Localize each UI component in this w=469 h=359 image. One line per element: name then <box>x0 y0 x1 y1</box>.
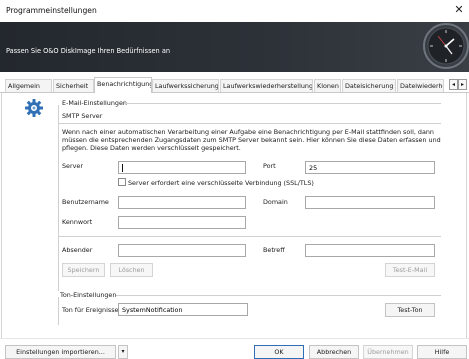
smtp-description-line-3: pflegen. Diese Daten werden verschlüssel… <box>62 144 241 152</box>
password-input-field[interactable] <box>122 217 245 228</box>
tab-klonen[interactable]: Klonen <box>314 79 341 92</box>
username-label: Benutzername <box>62 198 109 206</box>
chevron-down-icon[interactable]: ▾ <box>118 345 128 359</box>
test-sound-button[interactable]: Test-Ton <box>385 303 435 317</box>
tab-dateiwiederherstellung[interactable]: Dateiwiederhe <box>397 79 444 92</box>
sender-input[interactable] <box>118 244 246 257</box>
sender-separator <box>58 236 441 237</box>
cancel-button[interactable]: Abbrechen <box>309 345 359 359</box>
ssl-checkbox[interactable] <box>118 178 126 186</box>
apply-button[interactable]: Übernehmen <box>363 345 413 359</box>
sound-group-line <box>116 295 441 296</box>
tab-sicherheit[interactable]: Sicherheit <box>53 79 94 92</box>
sender-input-field[interactable] <box>122 245 245 256</box>
domain-input-field[interactable] <box>309 197 434 208</box>
email-settings-title: E-Mail-Einstellungen <box>62 99 127 107</box>
ok-button[interactable]: OK <box>254 345 304 359</box>
sound-settings-title: Ton-Einstellungen <box>60 291 117 299</box>
smtp-description-line-2: müssen die entsprechenden Zugangsdaten z… <box>62 136 441 144</box>
smtp-description-line-1: Wenn nach einer automatischen Verarbeitu… <box>62 128 434 136</box>
window-title: Programmeinstellungen <box>6 6 97 15</box>
header-subtitle: Passen Sie O&O DiskImage Ihren Bedürfnis… <box>6 47 171 55</box>
password-label: Kennwort <box>62 218 93 226</box>
username-input-field[interactable] <box>122 197 245 208</box>
port-input-field[interactable] <box>309 162 434 173</box>
subject-label: Betreff <box>263 246 285 254</box>
sound-events-input[interactable] <box>118 303 248 316</box>
sound-group-border <box>58 297 59 325</box>
sender-label: Absender <box>62 246 93 254</box>
title-bar: Programmeinstellungen ✕ <box>0 0 469 22</box>
tab-scroll-right-icon[interactable]: ▸ <box>458 79 467 90</box>
smtp-server-title: SMTP Server <box>62 112 103 120</box>
text-caret <box>122 164 123 172</box>
subject-input[interactable] <box>305 244 435 257</box>
email-group-border <box>58 105 59 291</box>
server-input[interactable] <box>118 161 246 174</box>
tab-benachrichtigung[interactable]: Benachrichtigung <box>94 77 152 93</box>
username-input[interactable] <box>118 196 246 209</box>
tab-laufwerkswiederherstellung[interactable]: Laufwerkswiederherstellung <box>220 79 313 92</box>
clock-icon <box>423 23 469 69</box>
domain-label: Domain <box>263 198 288 206</box>
port-input[interactable] <box>305 161 435 174</box>
email-group-line <box>124 103 441 104</box>
test-email-button[interactable]: Test-E-Mail <box>385 263 435 277</box>
gear-icon <box>25 99 43 117</box>
tab-scroll-left-icon[interactable]: ◂ <box>449 79 458 90</box>
tab-allgemein[interactable]: Allgemein <box>5 79 52 92</box>
footer-separator <box>0 338 469 339</box>
smtp-separator <box>58 123 441 124</box>
server-input-field[interactable] <box>122 162 245 173</box>
save-button[interactable]: Speichern <box>62 263 105 277</box>
password-input[interactable] <box>118 216 246 229</box>
import-settings-button[interactable]: Einstellungen importieren... <box>5 345 116 359</box>
sound-events-input-field[interactable] <box>122 304 247 315</box>
domain-input[interactable] <box>305 196 435 209</box>
ssl-label: Server erfordert eine verschlüsselte Ver… <box>128 179 314 187</box>
help-button[interactable]: Hilfe <box>417 345 467 359</box>
tab-dateisicherung[interactable]: Dateisicherung <box>342 79 396 92</box>
server-label: Server <box>62 162 83 170</box>
delete-button[interactable]: Löschen <box>110 263 153 277</box>
subject-input-field[interactable] <box>309 245 434 256</box>
close-icon[interactable]: ✕ <box>452 3 466 17</box>
header-banner: Passen Sie O&O DiskImage Ihren Bedürfnis… <box>0 22 469 72</box>
port-label: Port <box>263 162 276 170</box>
sound-events-label: Ton für Ereignisse <box>62 306 119 314</box>
tab-laufwerkssicherung[interactable]: Laufwerkssicherung <box>152 79 219 92</box>
